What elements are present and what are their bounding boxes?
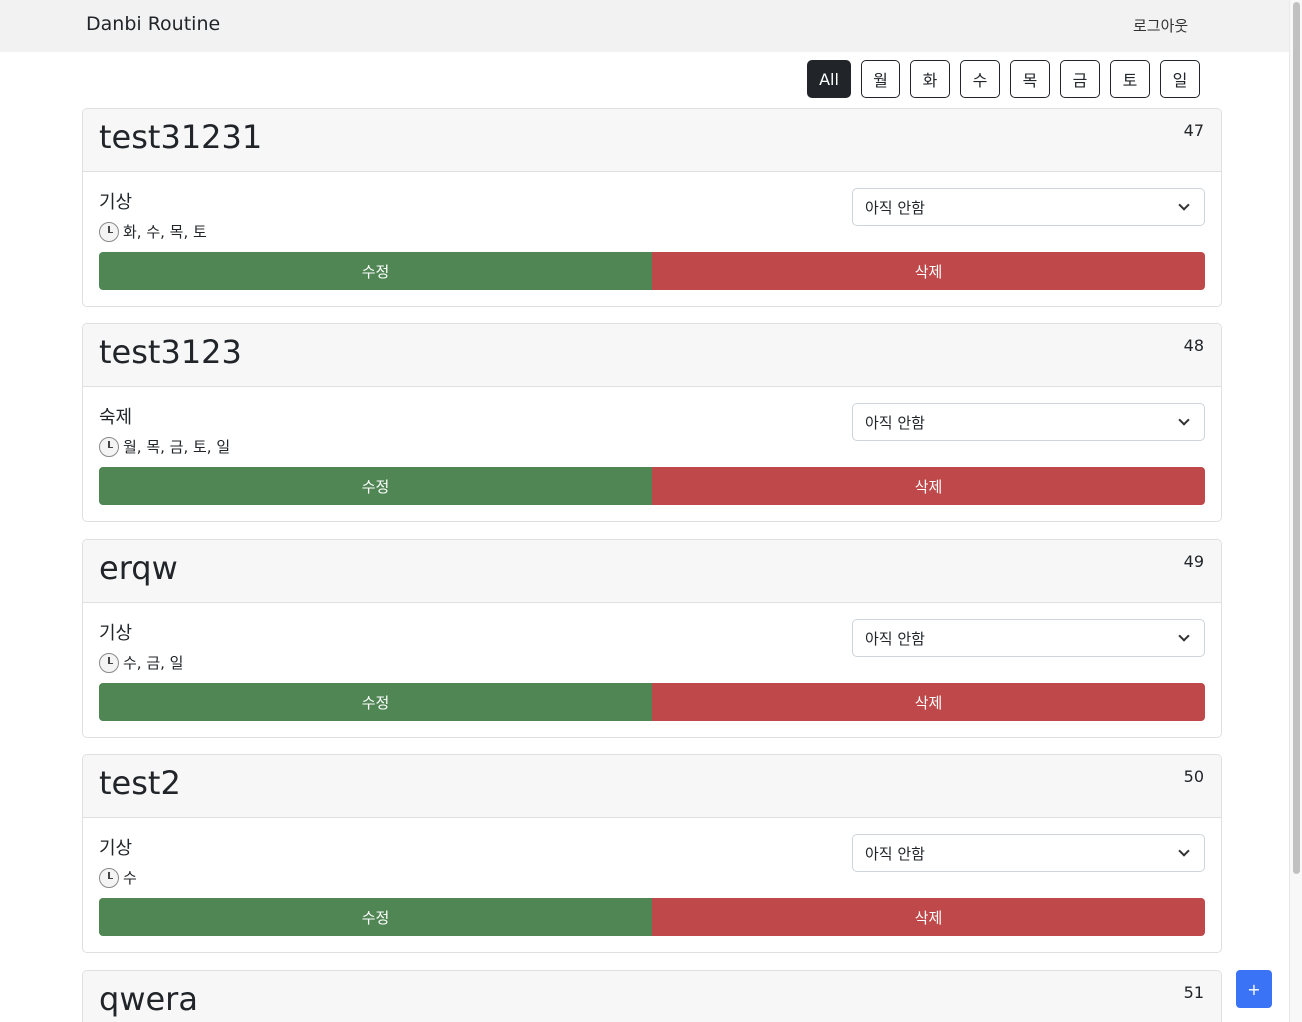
routine-title: erqw <box>99 549 178 587</box>
filter-wed-button[interactable]: 수 <box>960 60 1000 98</box>
status-select[interactable]: 아직 안함 <box>852 834 1205 872</box>
routine-category: 기상 <box>99 192 133 213</box>
scrollbar-thumb[interactable] <box>1293 2 1300 874</box>
delete-button[interactable]: 삭제 <box>652 252 1205 290</box>
routine-id: 48 <box>1183 336 1204 355</box>
status-value: 아직 안함 <box>865 844 925 863</box>
routine-schedule: 수, 금, 일 <box>99 652 183 673</box>
routine-schedule: 월, 목, 금, 토, 일 <box>99 436 230 457</box>
status-select[interactable]: 아직 안함 <box>852 619 1205 657</box>
routine-card: test3123 48 숙제 월, 목, 금, 토, 일 아직 안함 수정 삭제 <box>82 323 1222 522</box>
routine-id: 50 <box>1183 767 1204 786</box>
status-select[interactable]: 아직 안함 <box>852 188 1205 226</box>
delete-button[interactable]: 삭제 <box>652 898 1205 936</box>
routine-days: 화, 수, 목, 토 <box>123 223 207 241</box>
vertical-scrollbar[interactable] <box>1289 0 1302 1022</box>
routine-days: 수 <box>123 869 137 887</box>
chevron-down-icon <box>1178 199 1190 211</box>
routine-days: 수, 금, 일 <box>123 654 184 672</box>
routine-title: test2 <box>99 764 181 802</box>
routine-title: test31231 <box>99 118 263 156</box>
edit-button[interactable]: 수정 <box>99 683 652 721</box>
status-value: 아직 안함 <box>865 413 925 432</box>
filter-thu-button[interactable]: 목 <box>1010 60 1050 98</box>
routine-id: 51 <box>1183 983 1204 1002</box>
clock-icon <box>99 652 119 673</box>
routine-card: erqw 49 기상 수, 금, 일 아직 안함 수정 삭제 <box>82 539 1222 738</box>
routine-category: 기상 <box>99 623 133 644</box>
edit-button[interactable]: 수정 <box>99 898 652 936</box>
routine-title: qwera <box>99 980 198 1018</box>
edit-button[interactable]: 수정 <box>99 252 652 290</box>
routine-schedule: 화, 수, 목, 토 <box>99 221 207 242</box>
delete-button[interactable]: 삭제 <box>652 683 1205 721</box>
chevron-down-icon <box>1178 630 1190 642</box>
filter-all-button[interactable]: All <box>807 60 851 98</box>
filter-tue-button[interactable]: 화 <box>910 60 950 98</box>
status-select[interactable]: 아직 안함 <box>852 403 1205 441</box>
add-routine-button[interactable]: + <box>1236 970 1272 1008</box>
status-value: 아직 안함 <box>865 198 925 217</box>
routine-card: test31231 47 기상 화, 수, 목, 토 아직 안함 수정 삭제 <box>82 108 1222 307</box>
routine-category: 기상 <box>99 838 133 859</box>
routine-schedule: 수 <box>99 867 137 888</box>
filter-fri-button[interactable]: 금 <box>1060 60 1100 98</box>
routine-category: 숙제 <box>99 407 133 428</box>
card-header: test31231 47 <box>83 109 1221 172</box>
filter-sun-button[interactable]: 일 <box>1160 60 1200 98</box>
routine-id: 49 <box>1183 552 1204 571</box>
routine-days: 월, 목, 금, 토, 일 <box>123 438 231 456</box>
filter-mon-button[interactable]: 월 <box>861 60 900 98</box>
card-header: qwera 51 <box>83 971 1221 1022</box>
routine-id: 47 <box>1183 121 1204 140</box>
edit-button[interactable]: 수정 <box>99 467 652 505</box>
card-header: test3123 48 <box>83 324 1221 387</box>
chevron-down-icon <box>1178 845 1190 857</box>
brand-link[interactable]: Danbi Routine <box>86 13 220 35</box>
card-header: erqw 49 <box>83 540 1221 603</box>
logout-link[interactable]: 로그아웃 <box>1133 15 1188 36</box>
card-header: test2 50 <box>83 755 1221 818</box>
navbar: Danbi Routine 로그아웃 <box>0 0 1289 52</box>
clock-icon <box>99 867 119 888</box>
status-value: 아직 안함 <box>865 629 925 648</box>
routine-card: qwera 51 <box>82 970 1222 1022</box>
clock-icon <box>99 221 119 242</box>
chevron-down-icon <box>1178 414 1190 426</box>
routine-title: test3123 <box>99 333 242 371</box>
routine-card: test2 50 기상 수 아직 안함 수정 삭제 <box>82 754 1222 953</box>
clock-icon <box>99 436 119 457</box>
filter-sat-button[interactable]: 토 <box>1110 60 1150 98</box>
delete-button[interactable]: 삭제 <box>652 467 1205 505</box>
